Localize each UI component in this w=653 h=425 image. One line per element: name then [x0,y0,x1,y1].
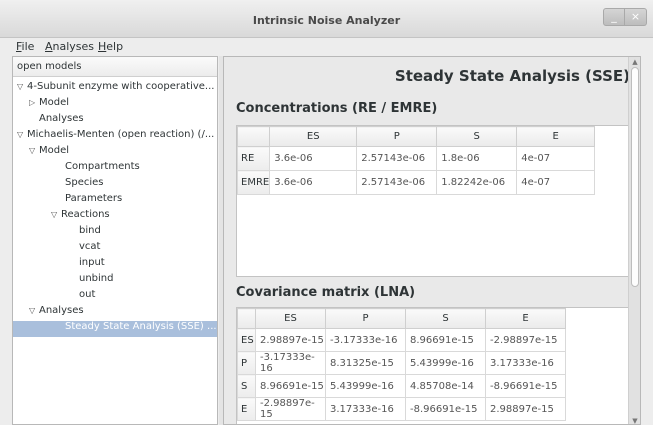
tree-item-model[interactable]: ▽ Model [29,145,69,161]
table-cell[interactable]: 3.17333e-16 [485,351,566,375]
menu-help[interactable]: Help [98,40,123,53]
table-cell[interactable]: 2.98897e-15 [485,397,566,421]
expanded-arrow-icon[interactable]: ▽ [17,82,27,91]
scroll-down-arrow-icon[interactable]: ▼ [630,417,640,424]
tree-item-steady-state-analysis[interactable]: Steady State Analysis (SSE) ... [13,321,217,337]
menu-bar: File Analyses Help [0,38,653,56]
row-header[interactable]: RE [236,146,271,171]
table-cell[interactable]: 1.82242e-06 [436,170,518,195]
corner-header [237,308,256,329]
expanded-arrow-icon[interactable]: ▽ [29,306,39,315]
vertical-scrollbar[interactable]: ▲ ▼ [628,57,640,424]
covariance-table: ES P S E ES 2.98897e-15 -3.17333e-16 8.9… [237,308,566,421]
column-header[interactable]: ES [255,308,326,329]
table-cell[interactable]: 2.98897e-15 [255,328,326,352]
tree-header[interactable]: open models [13,57,217,77]
table-cell[interactable]: -8.96691e-15 [485,374,566,398]
column-header[interactable]: P [356,126,438,147]
concentrations-table: ES P S E RE 3.6e-06 2.57143e-06 1.8e-06 … [236,126,596,195]
corner-header [236,126,271,147]
window-title: Intrinsic Noise Analyzer [252,14,401,27]
table-cell[interactable]: 4.85708e-14 [405,374,486,398]
table-cell[interactable]: 3.6e-06 [269,146,358,171]
tree-item-michaelis-menten[interactable]: ▽ Michaelis-Menten (open reaction) (/... [17,129,214,145]
row-header[interactable]: EMRE [236,170,271,195]
concentrations-title: Concentrations (RE / EMRE) [236,101,438,116]
column-header[interactable]: S [436,126,518,147]
analysis-panel: Steady State Analysis (SSE) Concentratio… [223,56,641,425]
table-header-row: ES P S E [236,126,596,147]
tree-item-reaction-unbind[interactable]: unbind [79,273,114,289]
row-header[interactable]: S [237,374,256,398]
tree-item-reaction-input[interactable]: input [79,257,105,273]
tree-item-reaction-vcat[interactable]: vcat [79,241,100,257]
menu-file[interactable]: File [16,40,34,53]
table-cell[interactable]: -3.17333e-16 [255,351,326,375]
tree-item-reactions[interactable]: ▽ Reactions [51,209,110,225]
concentrations-table-box[interactable]: ES P S E RE 3.6e-06 2.57143e-06 1.8e-06 … [236,125,636,277]
table-cell[interactable]: -2.98897e-15 [485,328,566,352]
menu-analyses[interactable]: Analyses [45,40,94,53]
tree-item-model[interactable]: ▷ Model [29,97,69,113]
column-header[interactable]: E [485,308,566,329]
window-titlebar: Intrinsic Noise Analyzer _ × [0,0,653,38]
tree-item-species[interactable]: Species [65,177,104,193]
table-cell[interactable]: -8.96691e-15 [405,397,486,421]
scrollbar-thumb[interactable] [631,67,639,287]
table-header-row: ES P S E [237,308,566,329]
table-cell[interactable]: 4e-07 [516,170,596,195]
column-header[interactable]: E [516,126,596,147]
scroll-up-arrow-icon[interactable]: ▲ [630,58,640,66]
table-cell[interactable]: 2.57143e-06 [356,146,438,171]
table-cell[interactable]: 5.43999e-16 [325,374,406,398]
tree-item-analyses[interactable]: ▽ Analyses [29,305,84,321]
expanded-arrow-icon[interactable]: ▽ [51,210,61,219]
tree-item-reaction-out[interactable]: out [79,289,95,305]
close-button[interactable]: × [625,8,647,26]
table-row: ES 2.98897e-15 -3.17333e-16 8.96691e-15 … [237,328,566,352]
table-cell[interactable]: 8.96691e-15 [255,374,326,398]
table-row: P -3.17333e-16 8.31325e-15 5.43999e-16 3… [237,351,566,375]
covariance-title: Covariance matrix (LNA) [236,285,416,300]
table-row: E -2.98897e-15 3.17333e-16 -8.96691e-15 … [237,397,566,421]
page-title: Steady State Analysis (SSE) [394,67,630,85]
window-controls: _ × [603,8,647,26]
table-cell[interactable]: 5.43999e-16 [405,351,486,375]
table-cell[interactable]: 8.31325e-15 [325,351,406,375]
covariance-table-box[interactable]: ES P S E ES 2.98897e-15 -3.17333e-16 8.9… [236,307,636,424]
expanded-arrow-icon[interactable]: ▽ [29,146,39,155]
table-cell[interactable]: 1.8e-06 [436,146,518,171]
tree-item-analyses[interactable]: Analyses [39,113,84,129]
table-cell[interactable]: 4e-07 [516,146,596,171]
collapsed-arrow-icon[interactable]: ▷ [29,98,39,107]
table-cell[interactable]: 2.57143e-06 [356,170,438,195]
tree-item-4-subunit-enzyme[interactable]: ▽ 4-Subunit enzyme with cooperative... [17,81,214,97]
table-cell[interactable]: -3.17333e-16 [325,328,406,352]
tree-item-reaction-bind[interactable]: bind [79,225,101,241]
table-cell[interactable]: 3.17333e-16 [325,397,406,421]
table-cell[interactable]: 8.96691e-15 [405,328,486,352]
table-cell[interactable]: 3.6e-06 [269,170,358,195]
table-row: EMRE 3.6e-06 2.57143e-06 1.82242e-06 4e-… [236,170,596,195]
row-header[interactable]: E [237,397,256,421]
minimize-button[interactable]: _ [603,8,625,26]
column-header[interactable]: S [405,308,486,329]
table-row: RE 3.6e-06 2.57143e-06 1.8e-06 4e-07 [236,146,596,171]
table-row: S 8.96691e-15 5.43999e-16 4.85708e-14 -8… [237,374,566,398]
tree-item-compartments[interactable]: Compartments [65,161,140,177]
tree-item-parameters[interactable]: Parameters [65,193,122,209]
expanded-arrow-icon[interactable]: ▽ [17,130,27,139]
column-header[interactable]: ES [269,126,358,147]
column-header[interactable]: P [325,308,406,329]
table-cell[interactable]: -2.98897e-15 [255,397,326,421]
models-tree-panel: open models ▽ 4-Subunit enzyme with coope… [12,56,218,425]
row-header[interactable]: ES [237,328,256,352]
row-header[interactable]: P [237,351,256,375]
